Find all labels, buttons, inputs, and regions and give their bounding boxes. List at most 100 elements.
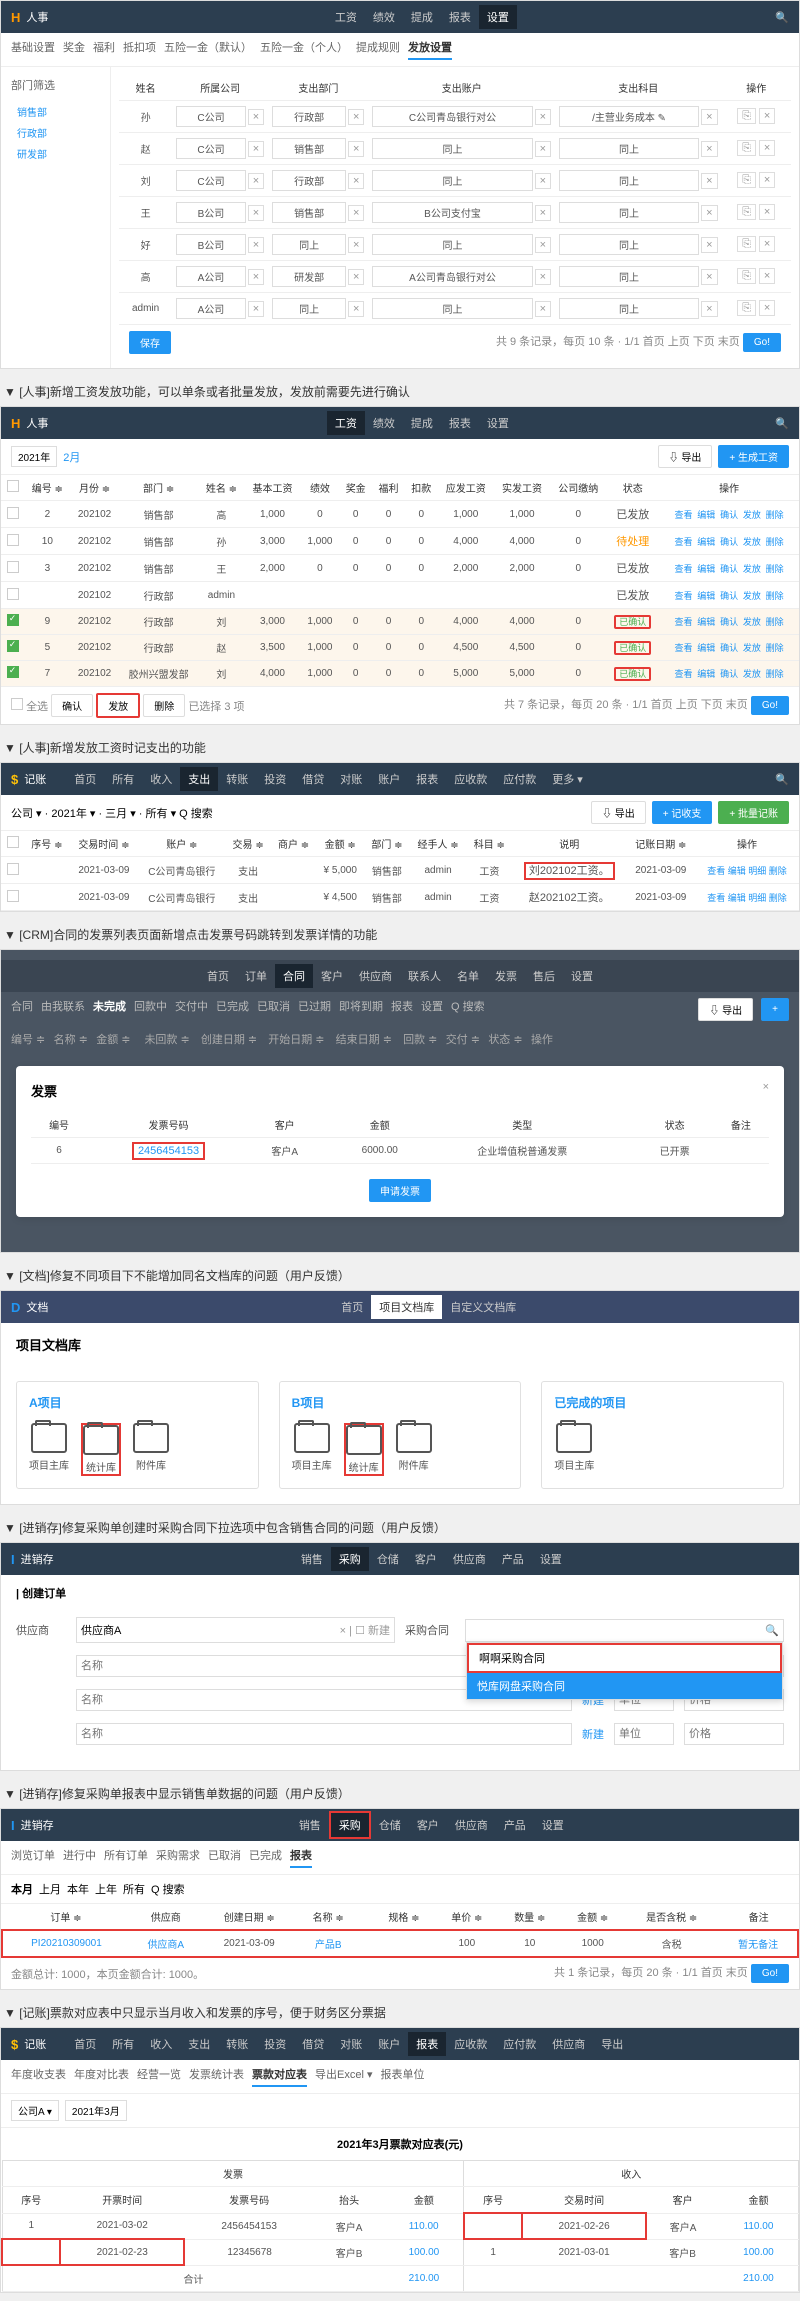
subnav-welfare[interactable]: 福利 [93, 39, 115, 60]
invoice-number-link[interactable]: 2456454153 [132, 1142, 205, 1160]
sidebar-dept-rd[interactable]: 研发部 [11, 143, 100, 164]
supplier-link[interactable]: 供应商A [130, 1930, 202, 1957]
subnav-ins-default[interactable]: 五险一金（默认） [164, 39, 252, 60]
nav-settings[interactable]: 设置 [479, 411, 517, 435]
account-input[interactable]: 同上 [372, 298, 532, 319]
nav-sales[interactable]: 销售 [291, 1813, 329, 1837]
nav-reconcile[interactable]: 对账 [332, 2032, 370, 2056]
dept-input[interactable]: 同上 [272, 298, 346, 319]
nav-home[interactable]: 首页 [66, 767, 104, 791]
nav-order[interactable]: 订单 [237, 964, 275, 988]
account-input[interactable]: A公司青岛银行对公 [372, 266, 532, 287]
subject-input[interactable]: /主营业务成本 ✎ [559, 106, 699, 127]
nav-supplier[interactable]: 供应商 [351, 964, 400, 988]
company-input[interactable]: C公司 [176, 170, 246, 191]
action-link[interactable]: 删除 [766, 537, 784, 547]
tab-year[interactable]: 本年 [67, 1881, 89, 1897]
subnav-cancelled[interactable]: 已取消 [257, 998, 290, 1021]
generate-salary-button[interactable]: + 生成工资 [718, 445, 789, 468]
delete-button[interactable]: 删除 [143, 694, 185, 717]
account-input[interactable]: 同上 [372, 138, 532, 159]
select-all-bottom[interactable] [11, 698, 23, 710]
action-link[interactable]: 确认 [720, 564, 738, 574]
subnav-done[interactable]: 已完成 [216, 998, 249, 1021]
clear-icon[interactable]: × [701, 109, 717, 125]
nav-supplier[interactable]: 供应商 [445, 1547, 494, 1571]
col-recdate[interactable]: 记账日期 ≑ [626, 831, 695, 857]
month-link[interactable]: 2月 [63, 449, 80, 465]
nav-transfer[interactable]: 转账 [218, 2032, 256, 2056]
dept-input[interactable]: 销售部 [272, 138, 346, 159]
nav-aftersale[interactable]: 售后 [525, 964, 563, 988]
action-link[interactable]: 确认 [720, 643, 738, 653]
subnav-commission-rule[interactable]: 提成规则 [356, 39, 400, 60]
nav-home[interactable]: 首页 [333, 1295, 371, 1319]
nav-commission[interactable]: 提成 [403, 5, 441, 29]
tab-search[interactable]: Q 搜索 [151, 1881, 185, 1897]
col-date[interactable]: 交易时间 ≑ [70, 831, 139, 857]
col-status[interactable]: 状态 ≑ [488, 1034, 522, 1046]
remove-icon[interactable]: × [759, 204, 775, 220]
nav-settings[interactable]: 设置 [479, 5, 517, 29]
nav-receivable[interactable]: 应收款 [446, 2032, 495, 2056]
export-button[interactable]: ⇩ 导出 [698, 998, 753, 1021]
go-button[interactable]: Go! [751, 1964, 789, 1983]
subject-input[interactable]: 同上 [559, 170, 699, 191]
record-button[interactable]: + 记收支 [652, 801, 713, 824]
col-subject[interactable]: 科目 ≑ [467, 831, 512, 857]
col-id[interactable]: 编号 ≑ [24, 475, 70, 501]
action-link[interactable]: 查看 [674, 617, 692, 627]
remove-icon[interactable]: × [759, 108, 775, 124]
subnav-contract[interactable]: 合同 [11, 998, 33, 1021]
nav-warehouse[interactable]: 仓储 [371, 1813, 409, 1837]
nav-commission[interactable]: 提成 [403, 411, 441, 435]
folder-item[interactable]: 项目主库 [29, 1423, 69, 1476]
action-link[interactable]: 发放 [743, 564, 761, 574]
nav-perf[interactable]: 绩效 [365, 5, 403, 29]
action-link[interactable]: 删除 [766, 669, 784, 679]
col-collect[interactable]: 回款 ≑ [403, 1034, 437, 1046]
nav-receivable[interactable]: 应收款 [446, 767, 495, 791]
nav-invoice[interactable]: 发票 [487, 964, 525, 988]
action-link[interactable]: 发放 [743, 537, 761, 547]
company-input[interactable]: C公司 [176, 106, 246, 127]
company-input[interactable]: B公司 [176, 234, 246, 255]
subnav-browse[interactable]: 浏览订单 [11, 1847, 55, 1868]
copy-icon[interactable]: ⎘ [737, 236, 756, 252]
subnav-match[interactable]: 票款对应表 [252, 2066, 307, 2087]
col-spec[interactable]: 规格 ≑ [372, 1904, 435, 1930]
subnav-report[interactable]: 报表 [391, 998, 413, 1021]
clear-icon[interactable]: × [535, 109, 551, 125]
apply-invoice-button[interactable]: 申请发票 [369, 1179, 431, 1202]
subnav-compare[interactable]: 年度对比表 [74, 2066, 129, 2087]
subnav-search[interactable]: Q 搜索 [451, 998, 485, 1021]
nav-home[interactable]: 首页 [199, 964, 237, 988]
clear-icon[interactable]: × [348, 269, 364, 285]
nav-payable[interactable]: 应付款 [495, 767, 544, 791]
col-end[interactable]: 结束日期 ≑ [336, 1034, 392, 1046]
nav-settings[interactable]: 设置 [563, 964, 601, 988]
nav-transfer[interactable]: 转账 [218, 767, 256, 791]
nav-export[interactable]: 导出 [593, 2032, 631, 2056]
close-icon[interactable]: × [763, 1081, 769, 1100]
clear-icon[interactable]: × [348, 173, 364, 189]
nav-purchase[interactable]: 采购 [329, 1811, 371, 1839]
action-link[interactable]: 发放 [743, 591, 761, 601]
clear-icon[interactable]: × [248, 269, 264, 285]
nav-account[interactable]: 账户 [370, 767, 408, 791]
action-link[interactable]: 查看 编辑 明细 删除 [707, 893, 787, 903]
nav-product[interactable]: 产品 [494, 1547, 532, 1571]
tab-lastmonth[interactable]: 上月 [39, 1881, 61, 1897]
add-button[interactable]: + [761, 998, 789, 1021]
nav-all[interactable]: 所有 [104, 2032, 142, 2056]
col-created[interactable]: 创建日期 ≑ [201, 1034, 257, 1046]
nav-supplier[interactable]: 供应商 [544, 2032, 593, 2056]
clear-icon[interactable]: × [248, 173, 264, 189]
select-all-checkbox[interactable] [7, 480, 19, 492]
subnav-ongoing[interactable]: 进行中 [63, 1847, 96, 1868]
batch-record-button[interactable]: + 批量记账 [718, 801, 789, 824]
subnav-invoice-stat[interactable]: 发票统计表 [189, 2066, 244, 2087]
action-link[interactable]: 编辑 [697, 537, 715, 547]
nav-supplier[interactable]: 供应商 [447, 1813, 496, 1837]
account-input[interactable]: 同上 [372, 234, 532, 255]
